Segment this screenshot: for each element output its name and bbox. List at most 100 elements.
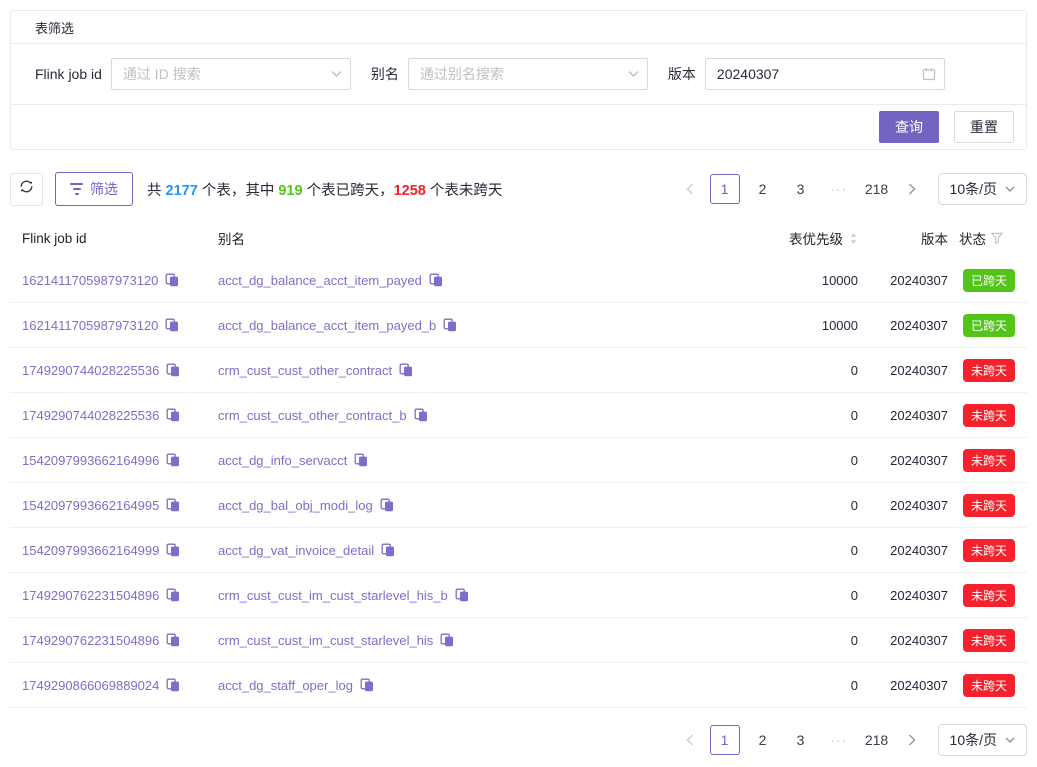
refresh-icon (19, 179, 34, 199)
page-button-1[interactable]: 1 (710, 725, 740, 755)
page-button-1[interactable]: 1 (710, 174, 740, 204)
flink-job-id-link[interactable]: 1542097993662164999 (22, 543, 159, 558)
status-badge: 未跨天 (963, 584, 1015, 607)
copy-icon[interactable] (166, 453, 180, 467)
version-date-picker[interactable] (705, 58, 945, 90)
summary-text: 个表已跨天， (303, 183, 394, 199)
copy-icon[interactable] (455, 588, 469, 602)
version-value: 20240307 (858, 363, 948, 378)
copy-icon[interactable] (429, 273, 443, 287)
header-priority[interactable]: 表优先级 (748, 228, 858, 248)
copy-icon[interactable] (165, 318, 179, 332)
flink-job-id-link[interactable]: 1749290762231504896 (22, 633, 159, 648)
copy-icon[interactable] (165, 273, 179, 287)
page-button-last[interactable]: 218 (862, 725, 892, 755)
filter-icon (70, 183, 83, 195)
alias-link[interactable]: crm_cust_cust_im_cust_starlevel_his (218, 633, 433, 648)
sorter-icon[interactable] (849, 232, 858, 245)
copy-icon[interactable] (440, 633, 454, 647)
status-badge: 未跨天 (963, 359, 1015, 382)
copy-icon[interactable] (166, 678, 180, 692)
flink-job-id-link[interactable]: 1749290744028225536 (22, 363, 159, 378)
alias-link[interactable]: acct_dg_staff_oper_log (218, 678, 353, 693)
alias-link[interactable]: acct_dg_info_servacct (218, 453, 347, 468)
copy-icon[interactable] (443, 318, 457, 332)
reset-button[interactable]: 重置 (954, 111, 1014, 143)
summary-text: 个表未跨天 (426, 183, 503, 199)
table-body: 1621411705987973120 acct_dg_balance_acct… (10, 258, 1027, 708)
version-value: 20240307 (858, 498, 948, 513)
alias-link[interactable]: crm_cust_cust_other_contract_b (218, 408, 407, 423)
status-badge: 未跨天 (963, 674, 1015, 697)
alias-link[interactable]: crm_cust_cust_other_contract (218, 363, 392, 378)
copy-icon[interactable] (380, 498, 394, 512)
copy-icon[interactable] (399, 363, 413, 377)
header-alias: 别名 (218, 228, 748, 248)
alias-input[interactable] (408, 58, 648, 90)
version-label: 版本 (668, 64, 696, 84)
copy-icon[interactable] (166, 408, 180, 422)
copy-icon[interactable] (381, 543, 395, 557)
copy-icon[interactable] (166, 588, 180, 602)
page-size-select[interactable]: 10条/页 (938, 173, 1027, 205)
alias-link[interactable]: acct_dg_balance_acct_item_payed (218, 273, 422, 288)
page-size-value: 10条/页 (950, 730, 997, 750)
flink-job-id-link[interactable]: 1621411705987973120 (22, 318, 158, 333)
query-button[interactable]: 查询 (879, 111, 939, 143)
status-badge: 已跨天 (963, 269, 1015, 292)
prev-page-button[interactable] (678, 725, 702, 755)
prev-page-button[interactable] (678, 174, 702, 204)
summary-text: 共 (147, 183, 166, 199)
copy-icon[interactable] (166, 498, 180, 512)
copy-icon[interactable] (414, 408, 428, 422)
funnel-filter-icon[interactable] (991, 232, 1003, 244)
filter-actions: 查询 重置 (11, 105, 1026, 149)
header-status: 状态 (948, 228, 1027, 248)
page-button-3[interactable]: 3 (786, 174, 816, 204)
flink-job-id-select[interactable] (111, 58, 351, 90)
next-page-button[interactable] (900, 174, 924, 204)
alias-link[interactable]: acct_dg_bal_obj_modi_log (218, 498, 373, 513)
refresh-button[interactable] (10, 173, 43, 206)
flink-job-id-link[interactable]: 1621411705987973120 (22, 273, 158, 288)
copy-icon[interactable] (360, 678, 374, 692)
page-button-last[interactable]: 218 (862, 174, 892, 204)
filter-form: Flink job id 别名 版本 (11, 44, 1026, 105)
version-value: 20240307 (858, 318, 948, 333)
version-input[interactable] (705, 58, 945, 90)
page-button-2[interactable]: 2 (748, 725, 778, 755)
total-count: 2177 (166, 183, 198, 199)
alias-link[interactable]: acct_dg_balance_acct_item_payed_b (218, 318, 436, 333)
summary-text: 个表，其中 (198, 183, 279, 199)
copy-icon[interactable] (166, 543, 180, 557)
page-button-2[interactable]: 2 (748, 174, 778, 204)
alias-link[interactable]: crm_cust_cust_im_cust_starlevel_his_b (218, 588, 448, 603)
flink-job-id-link[interactable]: 1749290762231504896 (22, 588, 159, 603)
flink-job-id-link[interactable]: 1749290866069889024 (22, 678, 159, 693)
priority-value: 0 (748, 408, 858, 423)
copy-icon[interactable] (166, 633, 180, 647)
flink-job-id-input[interactable] (111, 58, 351, 90)
filter-toggle-button[interactable]: 筛选 (55, 172, 133, 206)
table-row: 1749290762231504896 crm_cust_cust_im_cus… (10, 573, 1027, 618)
priority-value: 0 (748, 543, 858, 558)
next-page-button[interactable] (900, 725, 924, 755)
copy-icon[interactable] (354, 453, 368, 467)
header-flink-job-id: Flink job id (22, 231, 218, 246)
table-row: 1749290762231504896 crm_cust_cust_im_cus… (10, 618, 1027, 663)
table-row: 1542097993662164995 acct_dg_bal_obj_modi… (10, 483, 1027, 528)
flink-job-id-link[interactable]: 1749290744028225536 (22, 408, 159, 423)
flink-job-id-link[interactable]: 1542097993662164996 (22, 453, 159, 468)
table-row: 1621411705987973120 acct_dg_balance_acct… (10, 258, 1027, 303)
table-row: 1749290866069889024 acct_dg_staff_oper_l… (10, 663, 1027, 708)
page-size-select[interactable]: 10条/页 (938, 724, 1027, 756)
table-row: 1621411705987973120 acct_dg_balance_acct… (10, 303, 1027, 348)
page-size-value: 10条/页 (950, 179, 997, 199)
page-button-3[interactable]: 3 (786, 725, 816, 755)
version-value: 20240307 (858, 273, 948, 288)
copy-icon[interactable] (166, 363, 180, 377)
alias-link[interactable]: acct_dg_vat_invoice_detail (218, 543, 374, 558)
priority-value: 0 (748, 678, 858, 693)
alias-select[interactable] (408, 58, 648, 90)
flink-job-id-link[interactable]: 1542097993662164995 (22, 498, 159, 513)
